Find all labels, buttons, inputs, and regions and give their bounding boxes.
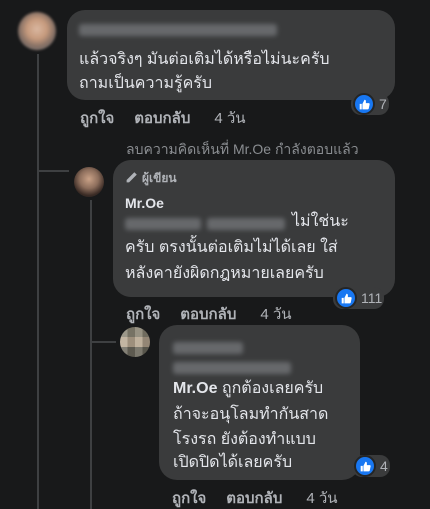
author-badge-label: ผู้เขียน (142, 171, 177, 185)
comment-text-line: หลังคายังผิดกฎหมายเลยครับ (125, 265, 324, 282)
author-name[interactable]: Mr.Oe (125, 195, 164, 211)
reaction-count[interactable]: 4 (352, 455, 390, 477)
mention-redacted[interactable] (125, 217, 285, 235)
comment-text-line: ถามเป็นความรู้ครับ (79, 75, 213, 92)
timestamp[interactable]: 4 วัน (306, 486, 337, 509)
reaction-count[interactable]: 111 (333, 287, 385, 309)
thread-line-reply (90, 200, 92, 509)
comment-bubble: Mr.Oe ถูกต้องเลยครับ ถ้าจะอนุโลมทำกันสาด… (159, 325, 360, 480)
reply-button[interactable]: ตอบกลับ (180, 302, 236, 326)
thread-line-branch-1 (37, 170, 69, 172)
comment-text-line: ถ้าจะอนุโลมทำกันสาด (173, 406, 329, 423)
comment-text-line: Mr.Oe ถูกต้องเลยครับ (173, 379, 323, 399)
author-badge: ผู้เขียน (125, 169, 177, 188)
comment-text-line: แล้วจริงๆ มันต่อเติมได้หรือไม่นะครับ (79, 51, 330, 68)
deleted-comment-note: ลบความคิดเห็นที่ Mr.Oe กำลังตอบแล้ว (126, 141, 359, 157)
mention-link[interactable]: Mr.Oe (173, 380, 217, 397)
timestamp[interactable]: 4 วัน (260, 302, 291, 326)
thread-line-main (37, 54, 39, 509)
comment-bubble: แล้วจริงๆ มันต่อเติมได้หรือไม่นะครับ ถาม… (67, 10, 395, 100)
like-count: 111 (361, 290, 383, 306)
author-name-redacted[interactable] (79, 23, 277, 41)
comment-actions: ถูกใจ ตอบกลับ 4 วัน (172, 486, 338, 509)
like-button[interactable]: ถูกใจ (172, 486, 206, 509)
comment-text-line-rest: ถูกต้องเลยครับ (221, 380, 324, 397)
comment-thread: แล้วจริงๆ มันต่อเติมได้หรือไม่นะครับ ถาม… (0, 0, 430, 509)
author-subtitle-redacted (173, 361, 291, 379)
thumbs-up-icon (353, 93, 375, 115)
reply-button[interactable]: ตอบกลับ (226, 486, 282, 509)
thumbs-up-icon (354, 455, 376, 477)
comment-text-line: ไม่ใช่นะ (292, 213, 349, 230)
like-button[interactable]: ถูกใจ (126, 302, 160, 326)
comment-actions: ถูกใจ ตอบกลับ 4 วัน (126, 302, 292, 326)
reaction-count[interactable]: 7 (351, 93, 389, 115)
thumbs-up-icon (335, 287, 357, 309)
comment-text-line: เปิดปิดได้เลยครับ (173, 454, 293, 471)
reply-button[interactable]: ตอบกลับ (134, 106, 190, 130)
author-name-redacted[interactable] (173, 341, 243, 359)
avatar[interactable] (74, 167, 104, 197)
pencil-icon (125, 171, 138, 187)
comment-bubble: ผู้เขียน Mr.Oe ไม่ใช่นะ ครับ ตรงนั้นต่อเ… (113, 160, 395, 297)
like-button[interactable]: ถูกใจ (80, 106, 114, 130)
like-count: 4 (380, 458, 388, 474)
thread-line-branch-2 (90, 341, 116, 343)
comment-text-line: ครับ ตรงนั้นต่อเติมไม่ได้เลย ใส่ (125, 239, 338, 256)
comment-text-line: โรงรถ ยังต้องทำแบบ (173, 431, 316, 448)
avatar[interactable] (18, 12, 56, 50)
timestamp[interactable]: 4 วัน (214, 106, 245, 130)
like-count: 7 (379, 96, 387, 112)
comment-actions: ถูกใจ ตอบกลับ 4 วัน (80, 106, 246, 130)
avatar[interactable] (120, 327, 150, 357)
